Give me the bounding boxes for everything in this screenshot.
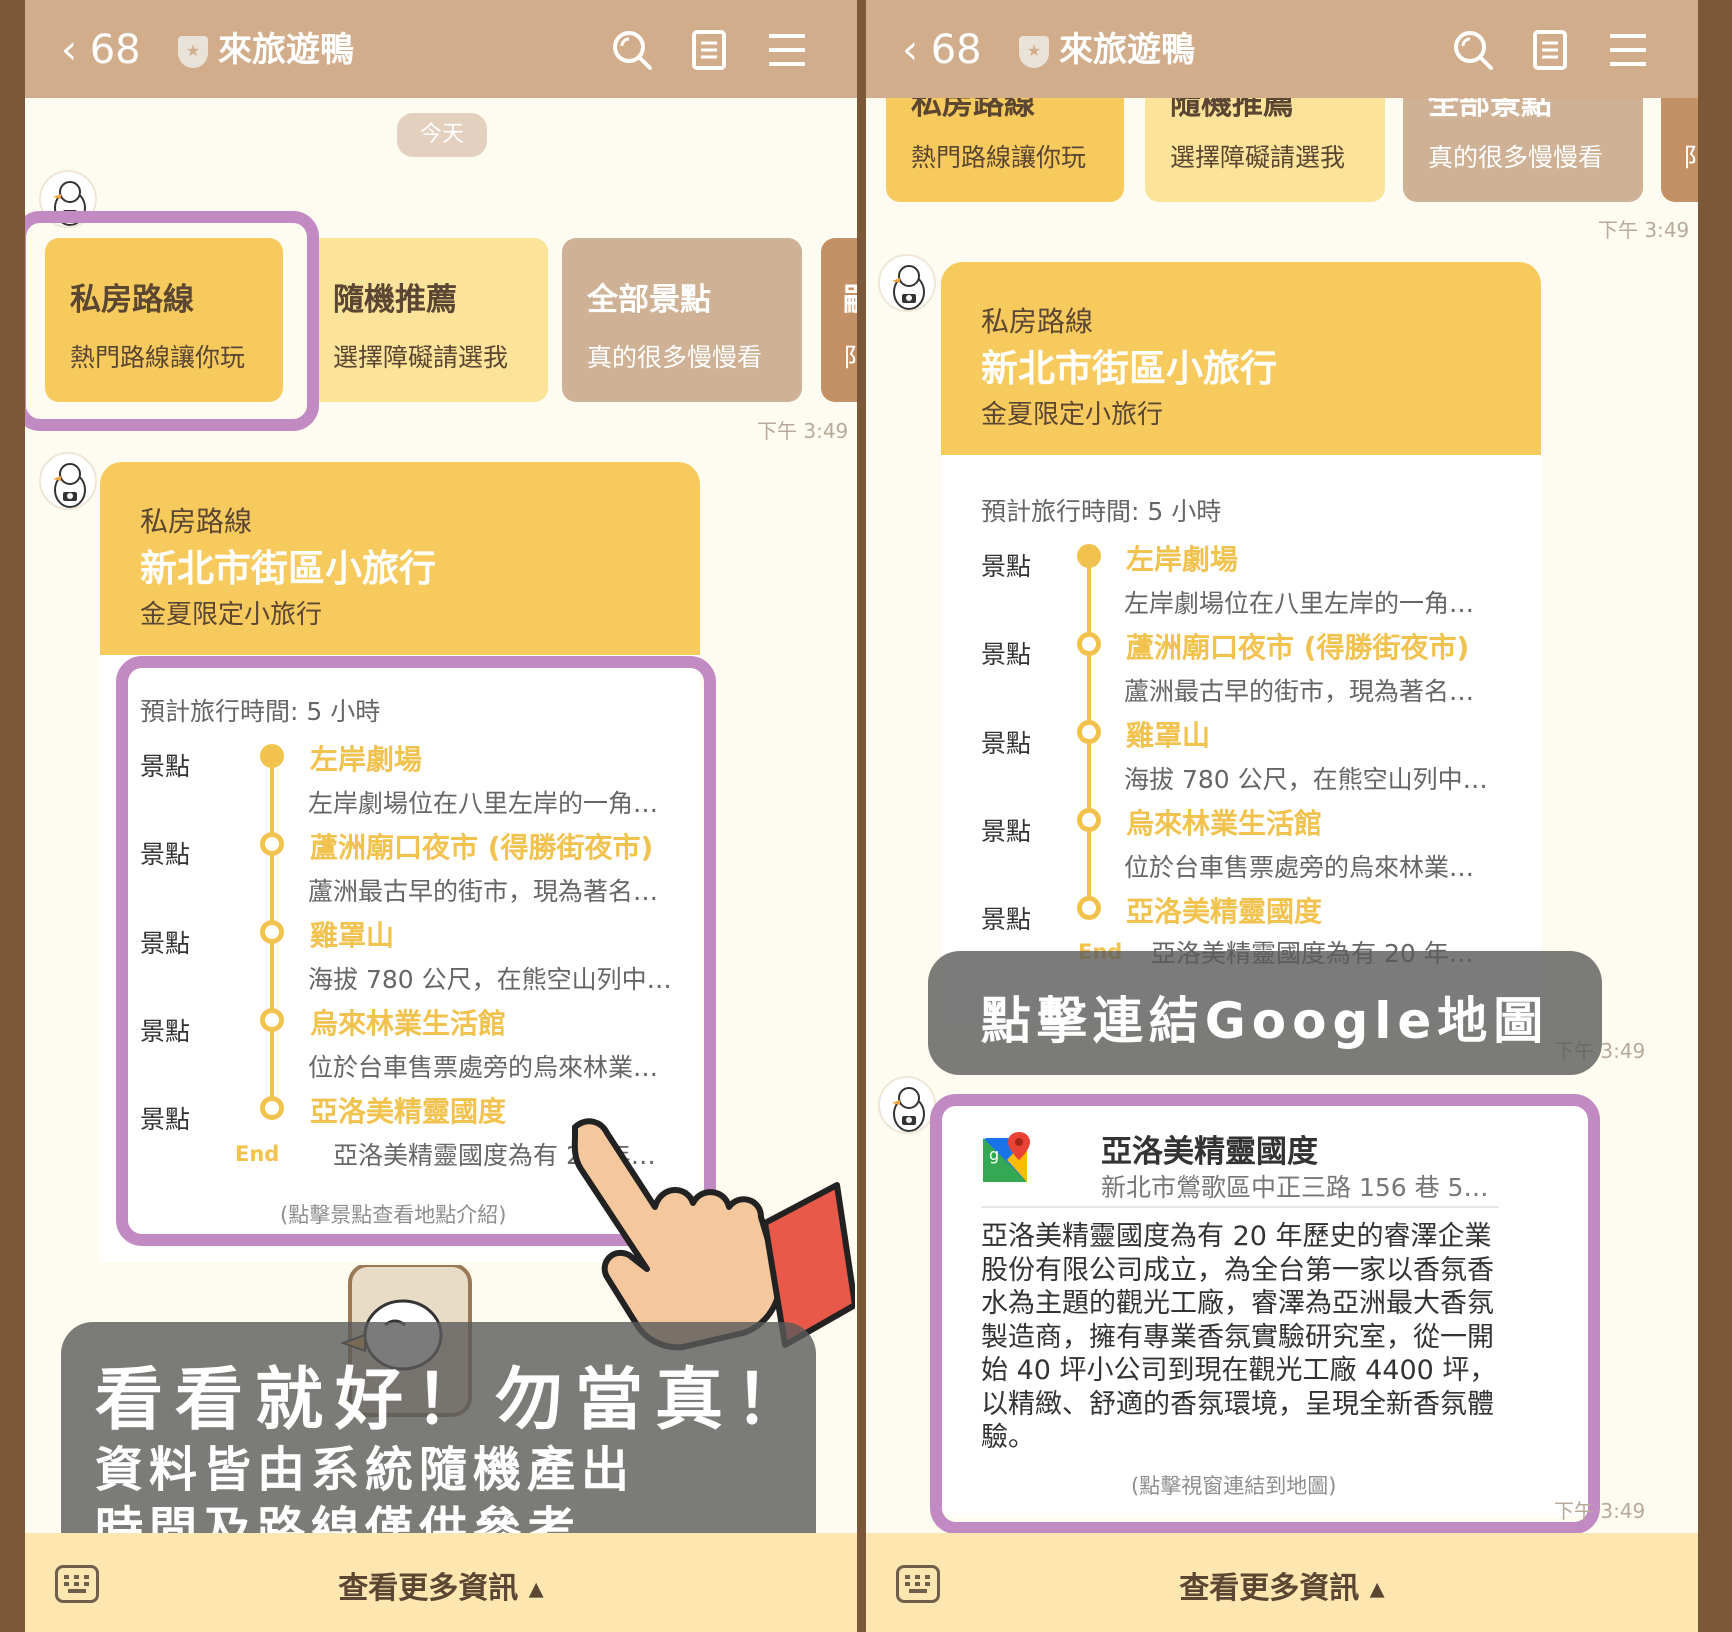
pointing-hand-icon <box>571 1118 855 1351</box>
menu-card-title: 嗣 <box>843 274 857 319</box>
unread-count: 68 <box>930 27 982 73</box>
highlight-frame <box>930 1094 1600 1534</box>
menu-card-all-spots[interactable]: 全部景點 真的很多慢慢看 <box>562 238 802 402</box>
back-button[interactable]: ‹ 68 <box>61 28 141 72</box>
menu-card-subtitle: 真的很多慢慢看 <box>587 343 763 372</box>
right-phone-screen: 私房路線 熱門路線讓你玩 隨機推薦 選擇障礙請選我 全部景點 真的很多慢慢看 阝… <box>866 0 1698 1632</box>
stop-label: 景點 <box>981 729 1032 758</box>
menu-card-title: 隨機推薦 <box>333 282 457 318</box>
timeline-dot <box>1077 632 1101 656</box>
disclaimer-overlay: 看看就好！勿當真！ 資料皆由系統隨機產出 時間及路線僅供參考 <box>61 1322 816 1569</box>
menu-card-subtitle: 真的很多慢慢看 <box>1428 143 1604 172</box>
route-category: 私房路線 <box>140 505 253 538</box>
duck-icon <box>892 265 925 310</box>
chat-header: ‹ 68 ★ 來旅遊鴨 <box>866 0 1698 98</box>
note-icon[interactable] <box>1526 26 1574 74</box>
stop-description: 蘆洲最古早的街市，現為著名… <box>1124 677 1475 706</box>
unread-count: 68 <box>89 27 141 73</box>
menu-card-subtitle: 阝 <box>843 343 857 372</box>
note-icon[interactable] <box>685 26 733 74</box>
route-tag: 金夏限定小旅行 <box>140 600 323 630</box>
route-card-header: 私房路線 新北市街區小旅行 金夏限定小旅行 <box>941 262 1541 455</box>
bottom-menu-bar: 查看更多資訊 ▴ <box>25 1533 857 1632</box>
stop-description: 海拔 780 公尺，在熊空山列中… <box>1124 765 1488 794</box>
menu-card-title: 全部景點 <box>587 282 711 318</box>
more-info-toggle[interactable]: 查看更多資訊 ▴ <box>866 1563 1698 1607</box>
route-card[interactable]: 私房路線 新北市街區小旅行 金夏限定小旅行 預計旅行時間: 5 小時 景點 景點… <box>941 262 1541 1022</box>
bot-avatar[interactable] <box>878 254 936 312</box>
message-timestamp: 下午 3:49 <box>757 419 849 443</box>
highlight-frame <box>25 211 319 431</box>
verified-shield-icon: ★ <box>1019 36 1049 68</box>
menu-card-subtitle: 阝 <box>1683 143 1698 172</box>
search-icon[interactable] <box>608 26 656 74</box>
stop-description: 左岸劇場位在八里左岸的一角… <box>1124 589 1475 618</box>
menu-card-subtitle: 熱門路線讓你玩 <box>911 143 1087 172</box>
left-phone-screen: ‹ 68 ★ 來旅遊鴨 今天 私房路線 熱門路線讓你玩 隨機推薦 選擇障礙請選我… <box>25 0 857 1632</box>
timeline-dot <box>1077 720 1101 744</box>
stop-label: 景點 <box>981 640 1032 669</box>
stop-name-link[interactable]: 左岸劇場 <box>1126 538 1238 578</box>
instruction-text: 點擊連結Google地圖 <box>980 992 1550 1050</box>
duck-icon <box>892 1087 925 1132</box>
stop-label: 景點 <box>981 905 1032 934</box>
menu-card-partial[interactable]: 嗣 阝 <box>821 238 857 402</box>
verified-shield-icon: ★ <box>178 36 208 68</box>
more-info-toggle[interactable]: 查看更多資訊 ▴ <box>25 1563 857 1607</box>
route-title: 新北市街區小旅行 <box>140 547 436 590</box>
search-icon[interactable] <box>1449 26 1497 74</box>
chat-header: ‹ 68 ★ 來旅遊鴨 <box>25 0 857 98</box>
route-card-header: 私房路線 新北市街區小旅行 金夏限定小旅行 <box>100 462 700 655</box>
menu-icon[interactable] <box>1604 26 1652 74</box>
route-tag: 金夏限定小旅行 <box>981 400 1164 430</box>
stop-label: 景點 <box>981 552 1032 581</box>
bottom-menu-bar: 查看更多資訊 ▴ <box>866 1533 1698 1632</box>
bot-avatar[interactable] <box>878 1076 936 1134</box>
timeline-dot <box>1077 544 1101 568</box>
menu-icon[interactable] <box>763 26 811 74</box>
chat-title: 來旅遊鴨 <box>1059 30 1195 70</box>
stop-name-link[interactable]: 烏來林業生活館 <box>1126 802 1322 842</box>
message-timestamp: 下午 3:49 <box>1598 218 1690 242</box>
route-title: 新北市街區小旅行 <box>981 347 1277 390</box>
instruction-overlay: 點擊連結Google地圖 <box>928 951 1602 1075</box>
bot-avatar[interactable] <box>39 452 97 510</box>
disclaimer-line: 看看就好！勿當真！ <box>95 1361 816 1440</box>
timeline-dot <box>1077 896 1101 920</box>
menu-card-random[interactable]: 隨機推薦 選擇障礙請選我 <box>308 238 548 402</box>
route-duration: 預計旅行時間: 5 小時 <box>981 497 1222 526</box>
stop-label: 景點 <box>981 817 1032 846</box>
timeline-dot <box>1077 808 1101 832</box>
date-separator: 今天 <box>397 113 487 157</box>
stop-name-link[interactable]: 蘆洲廟口夜市 (得勝街夜市) <box>1126 626 1469 666</box>
message-timestamp: 下午 3:49 <box>1554 1499 1646 1523</box>
duck-icon <box>53 463 86 508</box>
chat-title: 來旅遊鴨 <box>218 30 354 70</box>
menu-card-subtitle: 選擇障礙請選我 <box>1170 143 1346 172</box>
route-category: 私房路線 <box>981 305 1094 338</box>
stop-name-link[interactable]: 亞洛美精靈國度 <box>1126 890 1322 930</box>
stop-description: 位於台車售票處旁的烏來林業… <box>1124 853 1475 882</box>
stop-name-link[interactable]: 雞罩山 <box>1126 714 1210 754</box>
back-button[interactable]: ‹ 68 <box>902 28 982 72</box>
menu-card-subtitle: 選擇障礙請選我 <box>333 343 509 372</box>
